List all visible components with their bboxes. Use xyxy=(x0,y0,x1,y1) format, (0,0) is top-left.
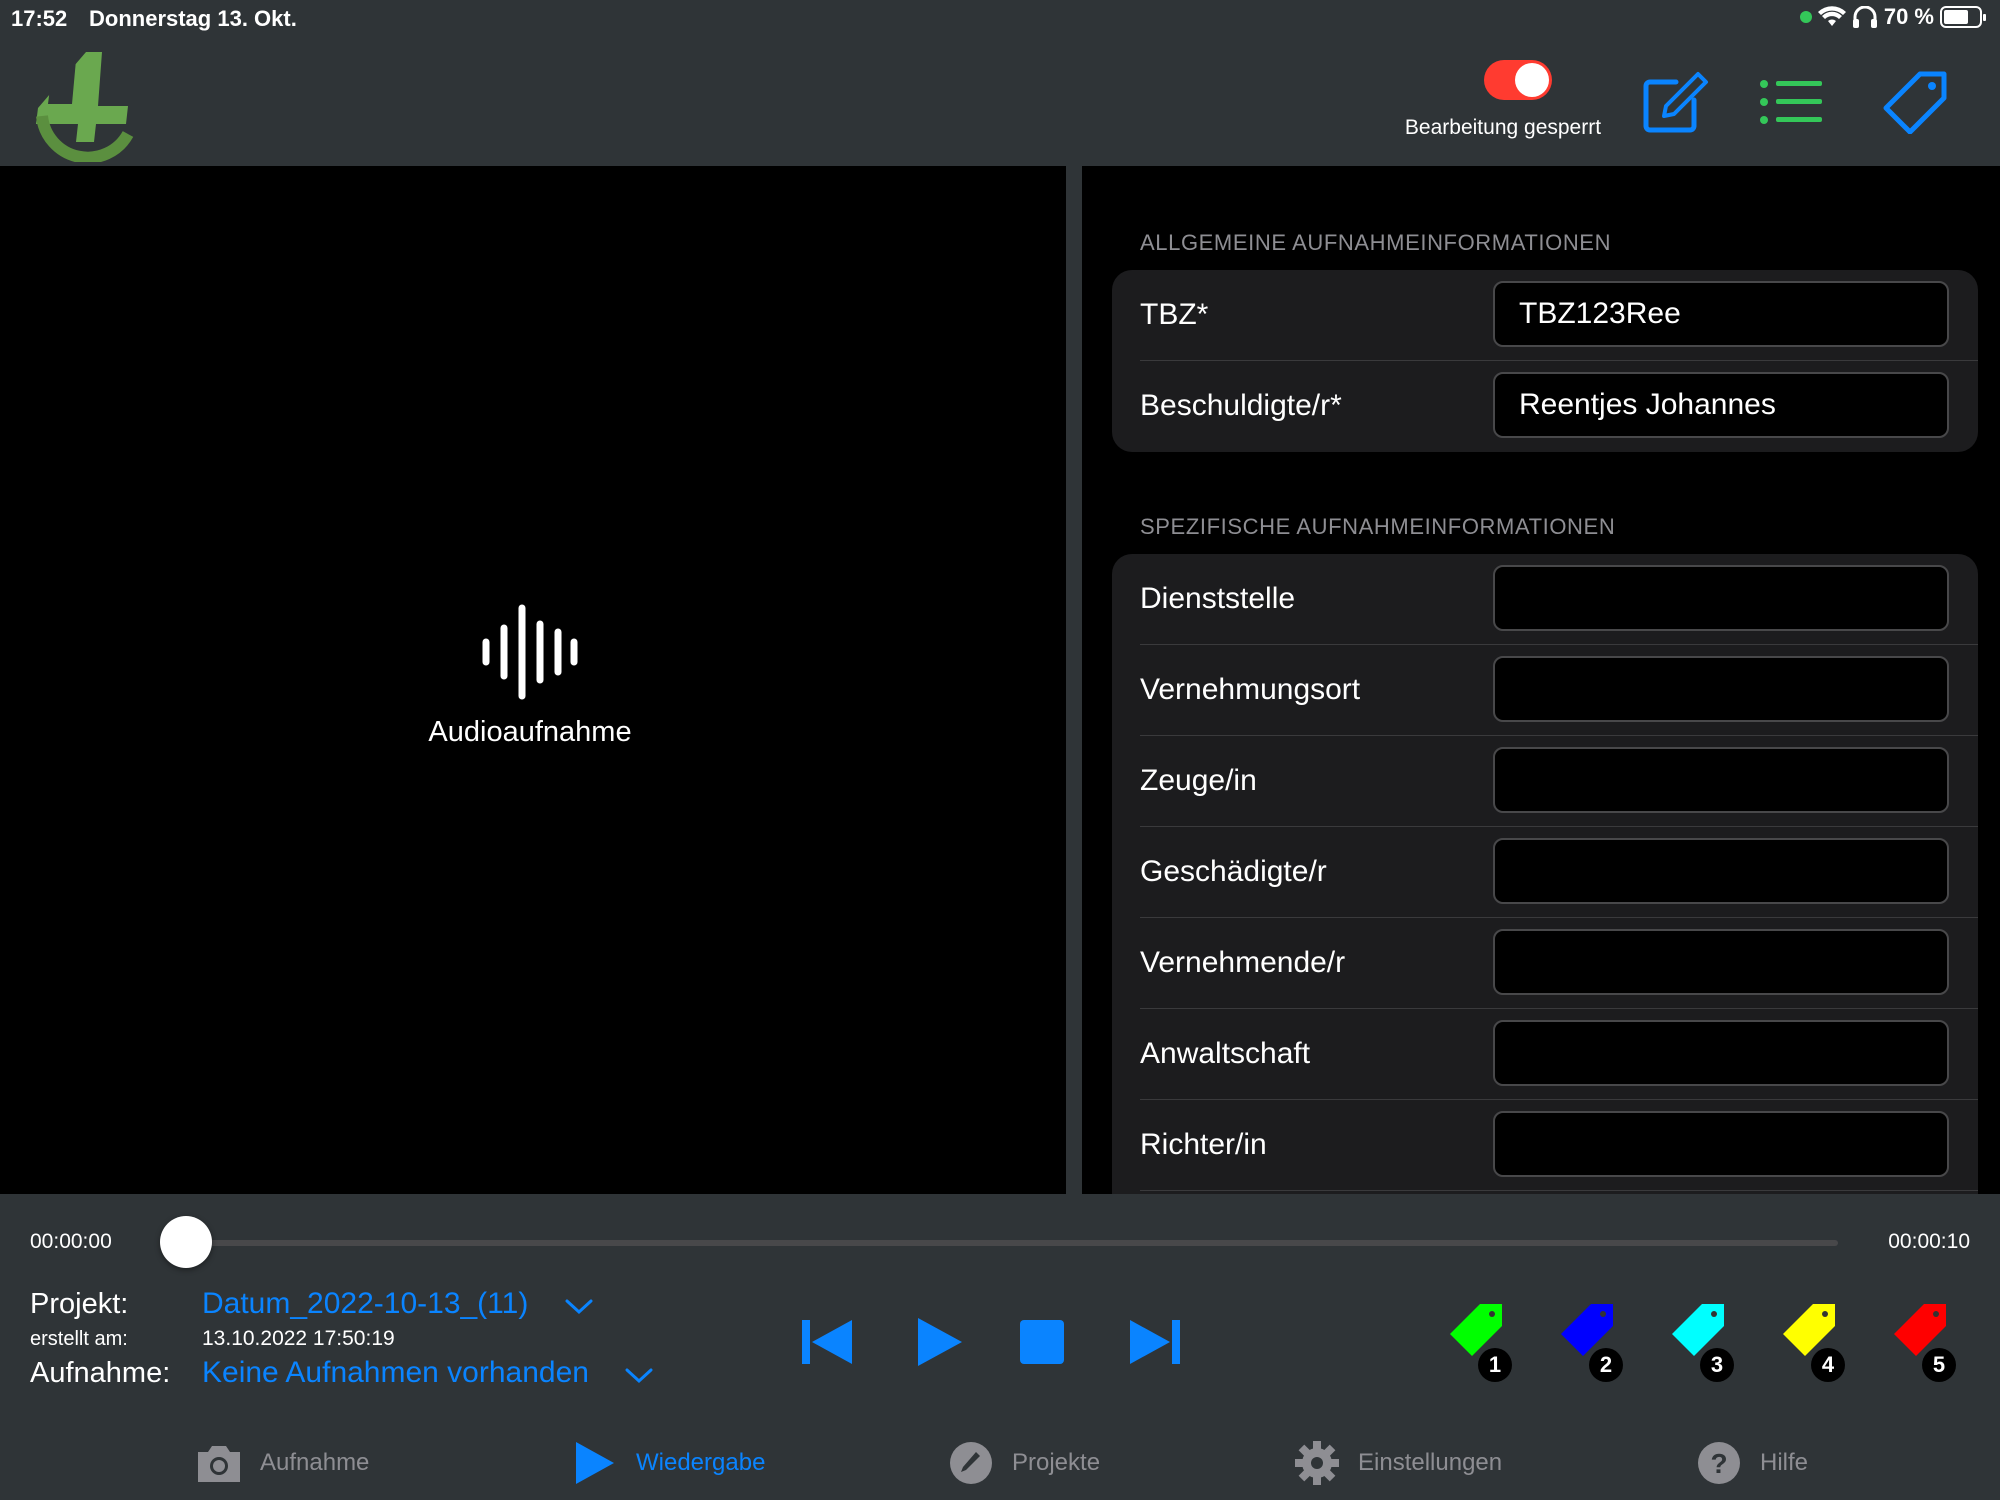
tab-label: Einstellungen xyxy=(1358,1449,1503,1476)
tab-einstellungen[interactable]: Einstellungen xyxy=(1292,1440,1502,1486)
richter-input[interactable] xyxy=(1493,1111,1949,1177)
field-label: Geschädigte/r xyxy=(1140,855,1327,888)
project-key: Projekt: xyxy=(30,1288,129,1320)
marker-tag-4[interactable]: 4 xyxy=(1779,1302,1845,1382)
status-date: Donnerstag 13. Okt. xyxy=(89,6,297,31)
svg-text:?: ? xyxy=(1710,1448,1727,1479)
vernehmende-input[interactable] xyxy=(1493,929,1949,995)
created-date: 13.10.2022 17:50:19 xyxy=(202,1327,395,1350)
tab-bar: Aufnahme Wiedergabe Projekte Einstellung… xyxy=(0,1420,2000,1500)
field-label: Zeuge/in xyxy=(1140,764,1257,797)
top-bar: 17:52 Donnerstag 13. Okt. 70 % Bearbeitu… xyxy=(0,0,2000,166)
field-label: TBZ* xyxy=(1140,298,1209,331)
tag-number: 3 xyxy=(1700,1348,1734,1382)
form-row-tbz: TBZ* xyxy=(1112,270,1978,361)
zeuge-input[interactable] xyxy=(1493,747,1949,813)
status-indicators: 70 % xyxy=(1799,4,1986,30)
app-logo-icon xyxy=(36,52,134,162)
tab-wiedergabe[interactable]: Wiedergabe xyxy=(570,1440,765,1486)
tab-projekte[interactable]: Projekte xyxy=(946,1440,1100,1486)
skip-forward-icon[interactable] xyxy=(1124,1312,1184,1372)
wifi-icon xyxy=(1817,6,1846,26)
field-label: Beschuldigte/r* xyxy=(1140,389,1342,422)
seek-slider-thumb[interactable] xyxy=(160,1216,212,1268)
mic-indicator-icon xyxy=(1799,11,1812,23)
form-row-anwaltschaft: Anwaltschaft xyxy=(1112,1009,1978,1100)
edit-lock-toggle[interactable] xyxy=(1484,60,1552,100)
tab-label: Hilfe xyxy=(1760,1449,1809,1476)
total-time: 00:00:10 xyxy=(1888,1230,1970,1253)
play-icon xyxy=(576,1442,614,1484)
form-row-vernehmende: Vernehmende/r xyxy=(1112,918,1978,1009)
player-bar: 00:00:00 00:00:10 Projekt: Datum_2022-10… xyxy=(0,1194,2000,1500)
form-row-richter: Richter/in xyxy=(1112,1100,1978,1191)
specific-section-title: SPEZIFISCHE AUFNAHMEINFORMATIONEN xyxy=(1140,514,1616,539)
toggle-knob xyxy=(1515,63,1549,97)
tag-icon[interactable] xyxy=(1880,70,1952,134)
waveform-icon xyxy=(482,604,578,700)
form-row-geschaedigte: Geschädigte/r xyxy=(1112,827,1978,918)
field-label: Vernehmende/r xyxy=(1140,946,1346,979)
edit-lock-label: Bearbeitung gesperrt xyxy=(1404,116,1602,139)
anwaltschaft-input[interactable] xyxy=(1493,1020,1949,1086)
marker-tag-5[interactable]: 5 xyxy=(1890,1302,1956,1382)
battery-icon xyxy=(1940,6,1986,28)
help-icon: ? xyxy=(1698,1442,1740,1484)
tag-number: 1 xyxy=(1478,1348,1512,1382)
stop-icon[interactable] xyxy=(1012,1312,1072,1372)
row-separator xyxy=(1140,1190,1978,1191)
form-row-beschuldigte: Beschuldigte/r* xyxy=(1112,361,1978,452)
tab-aufnahme[interactable]: Aufnahme xyxy=(194,1440,369,1486)
tab-label: Aufnahme xyxy=(260,1449,370,1476)
tab-label: Wiedergabe xyxy=(636,1449,766,1476)
tag-number: 2 xyxy=(1589,1348,1623,1382)
beschuldigte-input[interactable] xyxy=(1493,372,1949,438)
form-row-vernehmungsort: Vernehmungsort xyxy=(1112,645,1978,736)
specific-info-card: Dienststelle Vernehmungsort Zeuge/in Ges… xyxy=(1112,554,1978,1194)
media-type-label: Audioaufnahme xyxy=(428,716,632,748)
status-time: 17:52 xyxy=(11,6,68,31)
geschaedigte-input[interactable] xyxy=(1493,838,1949,904)
list-icon[interactable] xyxy=(1756,70,1828,134)
field-label: Richter/in xyxy=(1140,1128,1267,1161)
marker-tag-1[interactable]: 1 xyxy=(1446,1302,1512,1382)
play-icon[interactable] xyxy=(910,1312,970,1372)
tab-hilfe[interactable]: ? Hilfe xyxy=(1694,1440,1808,1486)
current-time: 00:00:00 xyxy=(30,1230,112,1253)
gear-icon xyxy=(1295,1441,1339,1485)
tab-label: Projekte xyxy=(1012,1449,1101,1476)
vernehmungsort-input[interactable] xyxy=(1493,656,1949,722)
recording-key: Aufnahme: xyxy=(30,1357,171,1389)
form-row-zeuge: Zeuge/in xyxy=(1112,736,1978,827)
recording-info-pane[interactable]: ALLGEMEINE AUFNAHMEINFORMATIONEN TBZ* Be… xyxy=(1082,166,2000,1194)
seek-track[interactable] xyxy=(186,1240,1838,1246)
edit-icon[interactable] xyxy=(1640,70,1712,134)
form-row-dienststelle: Dienststelle xyxy=(1112,554,1978,645)
marker-tag-3[interactable]: 3 xyxy=(1668,1302,1734,1382)
general-info-card: TBZ* Beschuldigte/r* xyxy=(1112,270,1978,452)
recording-chevron-down-icon[interactable] xyxy=(624,1366,654,1386)
headphones-icon xyxy=(1852,6,1877,28)
project-select[interactable]: Datum_2022-10-13_(11) xyxy=(202,1287,528,1321)
pane-divider[interactable] xyxy=(1066,166,1082,1194)
field-label: Vernehmungsort xyxy=(1140,673,1361,706)
field-label: Anwaltschaft xyxy=(1140,1037,1311,1070)
marker-tag-2[interactable]: 2 xyxy=(1557,1302,1623,1382)
camera-icon xyxy=(198,1446,240,1482)
field-label: Dienststelle xyxy=(1140,582,1296,615)
pencil-icon xyxy=(950,1442,992,1484)
created-key: erstellt am: xyxy=(30,1328,128,1350)
recording-select[interactable]: Keine Aufnahmen vorhanden xyxy=(202,1356,589,1390)
battery-percent: 70 % xyxy=(1883,4,1934,29)
general-section-title: ALLGEMEINE AUFNAHMEINFORMATIONEN xyxy=(1140,230,1612,255)
tag-number: 4 xyxy=(1811,1348,1845,1382)
project-chevron-down-icon[interactable] xyxy=(564,1297,594,1317)
skip-back-icon[interactable] xyxy=(798,1312,858,1372)
dienststelle-input[interactable] xyxy=(1493,565,1949,631)
tag-number: 5 xyxy=(1922,1348,1956,1382)
tbz-input[interactable] xyxy=(1493,281,1949,347)
